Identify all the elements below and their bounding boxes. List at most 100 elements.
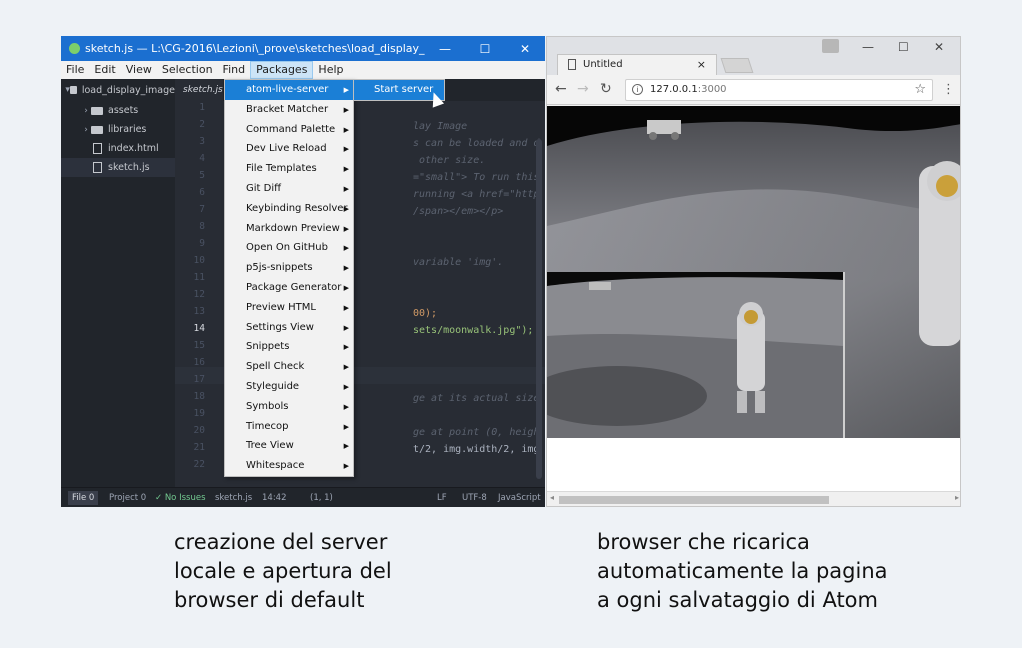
tab-sketch-js[interactable]: sketch.js bbox=[175, 79, 223, 101]
browser-horizontal-scrollbar[interactable]: ◂ ▸ bbox=[547, 491, 960, 506]
user-profile-icon[interactable] bbox=[822, 39, 839, 53]
address-bar-url: 127.0.0.1:3000 bbox=[650, 84, 727, 95]
browser-tab-bar: Untitled × — ☐ ✕ bbox=[547, 37, 960, 75]
menu-item-keybinding-resolver[interactable]: Keybinding Resolver ▶ bbox=[225, 199, 353, 219]
menu-item-open-on-github[interactable]: Open On GitHub ▶ bbox=[225, 238, 353, 258]
status-issues[interactable]: ✓ No Issues bbox=[155, 493, 206, 503]
submenu-arrow-icon: ▶ bbox=[343, 165, 349, 174]
submenu-arrow-icon: ▶ bbox=[343, 383, 349, 391]
close-button[interactable]: ✕ bbox=[505, 42, 545, 56]
editor-scrollbar[interactable] bbox=[536, 139, 542, 479]
menu-item-styleguide[interactable]: Styleguide ▶ bbox=[225, 377, 353, 397]
menu-item-label: Open On GitHub bbox=[246, 242, 328, 254]
new-tab-button[interactable] bbox=[720, 58, 754, 73]
submenu-arrow-icon: ▶ bbox=[343, 244, 349, 253]
menu-item-whitespace[interactable]: Whitespace ▶ bbox=[225, 456, 353, 476]
maximize-button[interactable]: ☐ bbox=[465, 42, 505, 56]
menu-item-package-generator[interactable]: Package Generator ▶ bbox=[225, 278, 353, 298]
tab-close-icon[interactable]: × bbox=[697, 58, 706, 71]
submenu-arrow-icon: ▶ bbox=[343, 125, 349, 134]
menu-edit[interactable]: Edit bbox=[89, 61, 120, 79]
tree-root-label: load_display_image bbox=[81, 84, 175, 96]
status-file-count[interactable]: File 0 bbox=[68, 491, 99, 505]
submenu-arrow-icon: ▶ bbox=[343, 185, 349, 193]
status-cursor-position[interactable]: 14:42 bbox=[262, 493, 287, 503]
browser-toolbar: ← → ↻ i 127.0.0.1:3000 ☆ ⋮ bbox=[547, 75, 960, 105]
menu-item-settings-view[interactable]: Settings View ▶ bbox=[225, 318, 353, 338]
menu-item-file-templates[interactable]: File Templates ▶ bbox=[225, 159, 353, 179]
minimize-button[interactable]: — bbox=[425, 42, 465, 56]
status-line-ending[interactable]: LF bbox=[437, 493, 447, 503]
code-line: /span></em></p> bbox=[413, 206, 504, 217]
tree-root[interactable]: ▾ load_display_image bbox=[61, 79, 175, 101]
folder-icon bbox=[70, 86, 77, 94]
menu-item-label: Spell Check bbox=[246, 361, 305, 373]
atom-window-title: sketch.js — L:\CG-2016\Lezioni\_prove\sk… bbox=[85, 42, 425, 55]
code-line: ge at point (0, height/2) at bbox=[413, 427, 541, 438]
status-bar: File 0 Project 0 ✓ No Issues sketch.js 1… bbox=[61, 487, 545, 507]
caption-right-line: browser che ricarica bbox=[597, 530, 810, 554]
status-encoding[interactable]: UTF-8 bbox=[462, 493, 487, 503]
browser-maximize-button[interactable]: ☐ bbox=[898, 40, 909, 54]
forward-arrow-icon[interactable]: → bbox=[577, 81, 589, 97]
menu-view[interactable]: View bbox=[121, 61, 157, 79]
code-line: running <a href="https://gith bbox=[413, 189, 541, 200]
scroll-right-icon[interactable]: ▸ bbox=[955, 493, 959, 502]
submenu-arrow-icon: ▶ bbox=[343, 284, 349, 292]
url-host: 127.0.0.1 bbox=[650, 84, 698, 95]
scroll-left-icon[interactable]: ◂ bbox=[550, 493, 554, 502]
menu-packages[interactable]: Packages bbox=[250, 61, 314, 79]
code-line: other size. bbox=[413, 155, 486, 166]
code-line: variable 'img'. bbox=[413, 257, 504, 268]
menu-item-spell-check[interactable]: Spell Check ▶ bbox=[225, 357, 353, 377]
url-port: :3000 bbox=[697, 84, 727, 95]
submenu-arrow-icon: ▶ bbox=[343, 343, 349, 352]
menu-item-snippets[interactable]: Snippets ▶ bbox=[225, 337, 353, 357]
caption-left-line: locale e apertura del bbox=[174, 559, 392, 583]
tree-item-sketch-js[interactable]: sketch.js bbox=[61, 158, 175, 177]
code-line: t/2, img.width/2, img.height/ bbox=[413, 444, 541, 455]
menu-item-atom-live-server[interactable]: atom-live-server ▶ bbox=[225, 80, 353, 100]
menu-item-tree-view[interactable]: Tree View ▶ bbox=[225, 436, 353, 456]
tree-view: ▾ load_display_image › assets › librarie… bbox=[61, 79, 175, 487]
menu-item-symbols[interactable]: Symbols ▶ bbox=[225, 397, 353, 417]
tree-item-libraries[interactable]: › libraries bbox=[61, 120, 175, 139]
caption-left: creazione del server locale e apertura d… bbox=[174, 528, 392, 615]
back-arrow-icon[interactable]: ← bbox=[555, 81, 567, 97]
menu-item-bracket-matcher[interactable]: Bracket Matcher ▶ bbox=[225, 100, 353, 120]
tree-item-assets[interactable]: › assets bbox=[61, 101, 175, 120]
menu-item-label: Git Diff bbox=[246, 183, 281, 194]
menu-file[interactable]: File bbox=[61, 61, 89, 79]
browser-tab-title: Untitled bbox=[583, 59, 623, 70]
browser-close-button[interactable]: ✕ bbox=[934, 40, 944, 54]
status-filename[interactable]: sketch.js bbox=[215, 493, 252, 503]
reload-icon[interactable]: ↻ bbox=[600, 81, 612, 97]
status-project-count[interactable]: Project 0 bbox=[109, 493, 146, 503]
menu-item-command-palette[interactable]: Command Palette ▶ bbox=[225, 120, 353, 140]
browser-menu-icon[interactable]: ⋮ bbox=[942, 82, 955, 97]
menu-item-git-diff[interactable]: Git Diff ▶ bbox=[225, 179, 353, 199]
atom-menubar: File Edit View Selection Find Packages H… bbox=[61, 61, 545, 79]
menu-find[interactable]: Find bbox=[218, 61, 251, 79]
submenu-arrow-icon: ▶ bbox=[343, 363, 349, 372]
caption-left-line: creazione del server bbox=[174, 530, 388, 554]
menu-item-markdown-preview[interactable]: Markdown Preview ▶ bbox=[225, 219, 353, 239]
menu-item-preview-html[interactable]: Preview HTML ▶ bbox=[225, 298, 353, 318]
menu-item-timecop[interactable]: Timecop ▶ bbox=[225, 417, 353, 437]
menu-item-p5js-snippets[interactable]: p5js-snippets ▶ bbox=[225, 258, 353, 278]
menu-help[interactable]: Help bbox=[313, 61, 348, 79]
info-icon[interactable]: i bbox=[632, 84, 643, 95]
bookmark-star-icon[interactable]: ☆ bbox=[914, 82, 926, 97]
browser-tab[interactable]: Untitled × bbox=[557, 54, 717, 75]
address-bar[interactable]: i 127.0.0.1:3000 ☆ bbox=[625, 79, 933, 101]
submenu-arrow-icon: ▶ bbox=[343, 422, 349, 431]
menu-item-dev-live-reload[interactable]: Dev Live Reload ▶ bbox=[225, 139, 353, 159]
browser-minimize-button[interactable]: — bbox=[862, 40, 874, 54]
tree-item-index-html[interactable]: index.html bbox=[61, 139, 175, 158]
menu-selection[interactable]: Selection bbox=[157, 61, 218, 79]
status-grammar[interactable]: JavaScript bbox=[498, 493, 541, 503]
status-selection[interactable]: (1, 1) bbox=[310, 493, 333, 503]
menu-item-label: Command Palette bbox=[246, 123, 336, 135]
scrollbar-thumb[interactable] bbox=[559, 496, 829, 504]
submenu-arrow-icon: ▶ bbox=[343, 105, 349, 114]
